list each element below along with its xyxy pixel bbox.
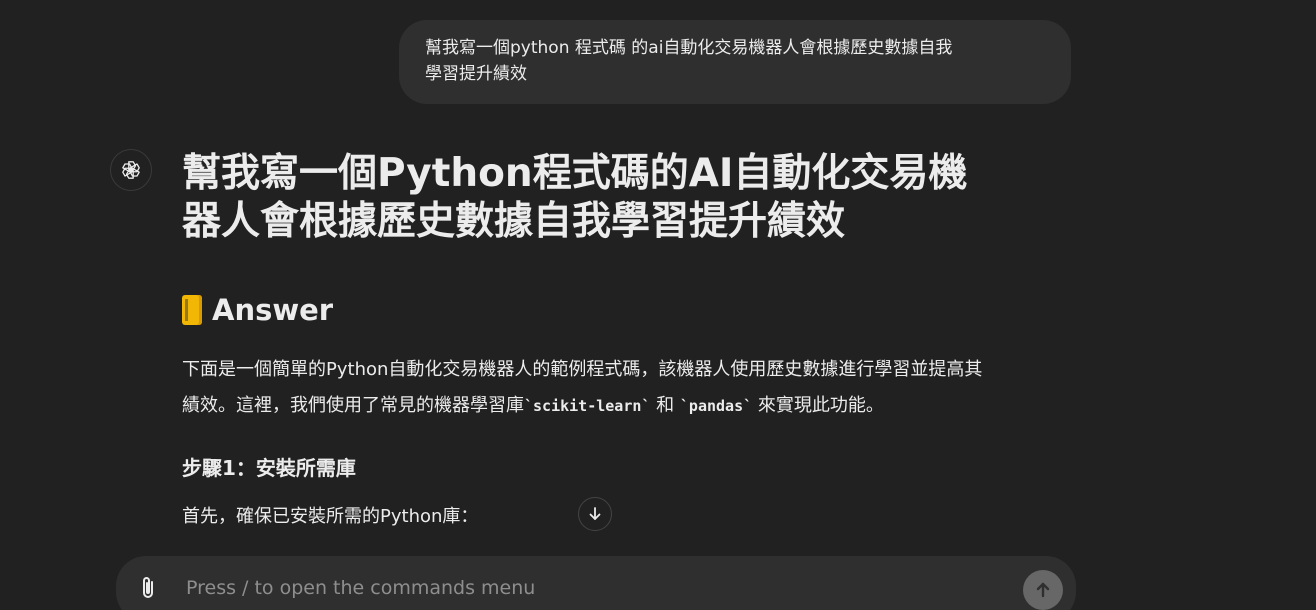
arrow-down-icon [589,507,601,520]
response-title-line-1: 幫我寫一個Python程式碼的AI自動化交易機 [182,151,968,196]
scroll-to-bottom-button[interactable] [578,497,612,531]
chat-page: 幫我寫一個python 程式碼 的ai自動化交易機器人會根據歷史數據自我 學習提… [0,0,1316,610]
step1-text: 首先，確保已安裝所需的Python庫： [182,506,479,527]
message-composer [116,556,1076,610]
intro-text-4: 來實現此功能。 [752,395,884,416]
response-title: 幫我寫一個Python程式碼的AI自動化交易機 器人會根據歷史數據自我學習提升績… [182,150,1082,246]
inline-code-scikit-learn: `scikit-learn` [524,397,651,415]
memo-icon [182,295,202,325]
intro-text-2: 績效。這裡，我們使用了常見的機器學習庫 [182,395,524,416]
response-title-line-2: 器人會根據歷史數據自我學習提升績效 [182,199,846,244]
message-input[interactable] [184,572,1008,604]
user-message-bubble: 幫我寫一個python 程式碼 的ai自動化交易機器人會根據歷史數據自我 學習提… [399,20,1071,104]
user-message-line-2: 學習提升績效 [425,64,527,84]
intro-paragraph: 下面是一個簡單的Python自動化交易機器人的範例程式碼，該機器人使用歷史數據進… [182,352,1082,424]
send-button[interactable] [1023,570,1063,610]
inline-code-pandas: `pandas` [679,397,753,415]
intro-text-3: 和 [650,395,680,416]
paperclip-icon [143,577,153,598]
openai-logo-icon [110,149,152,191]
answer-heading: Answer [182,293,333,327]
attach-button[interactable] [134,574,162,602]
step1-heading: 步驟1：安裝所需庫 [182,456,356,480]
arrow-up-icon [1036,582,1050,598]
intro-text-1: 下面是一個簡單的Python自動化交易機器人的範例程式碼，該機器人使用歷史數據進… [182,359,983,380]
assistant-response: 幫我寫一個Python程式碼的AI自動化交易機 器人會根據歷史數據自我學習提升績… [182,150,1082,527]
user-message-line-1: 幫我寫一個python 程式碼 的ai自動化交易機器人會根據歷史數據自我 [425,38,953,58]
answer-heading-label: Answer [212,293,334,327]
